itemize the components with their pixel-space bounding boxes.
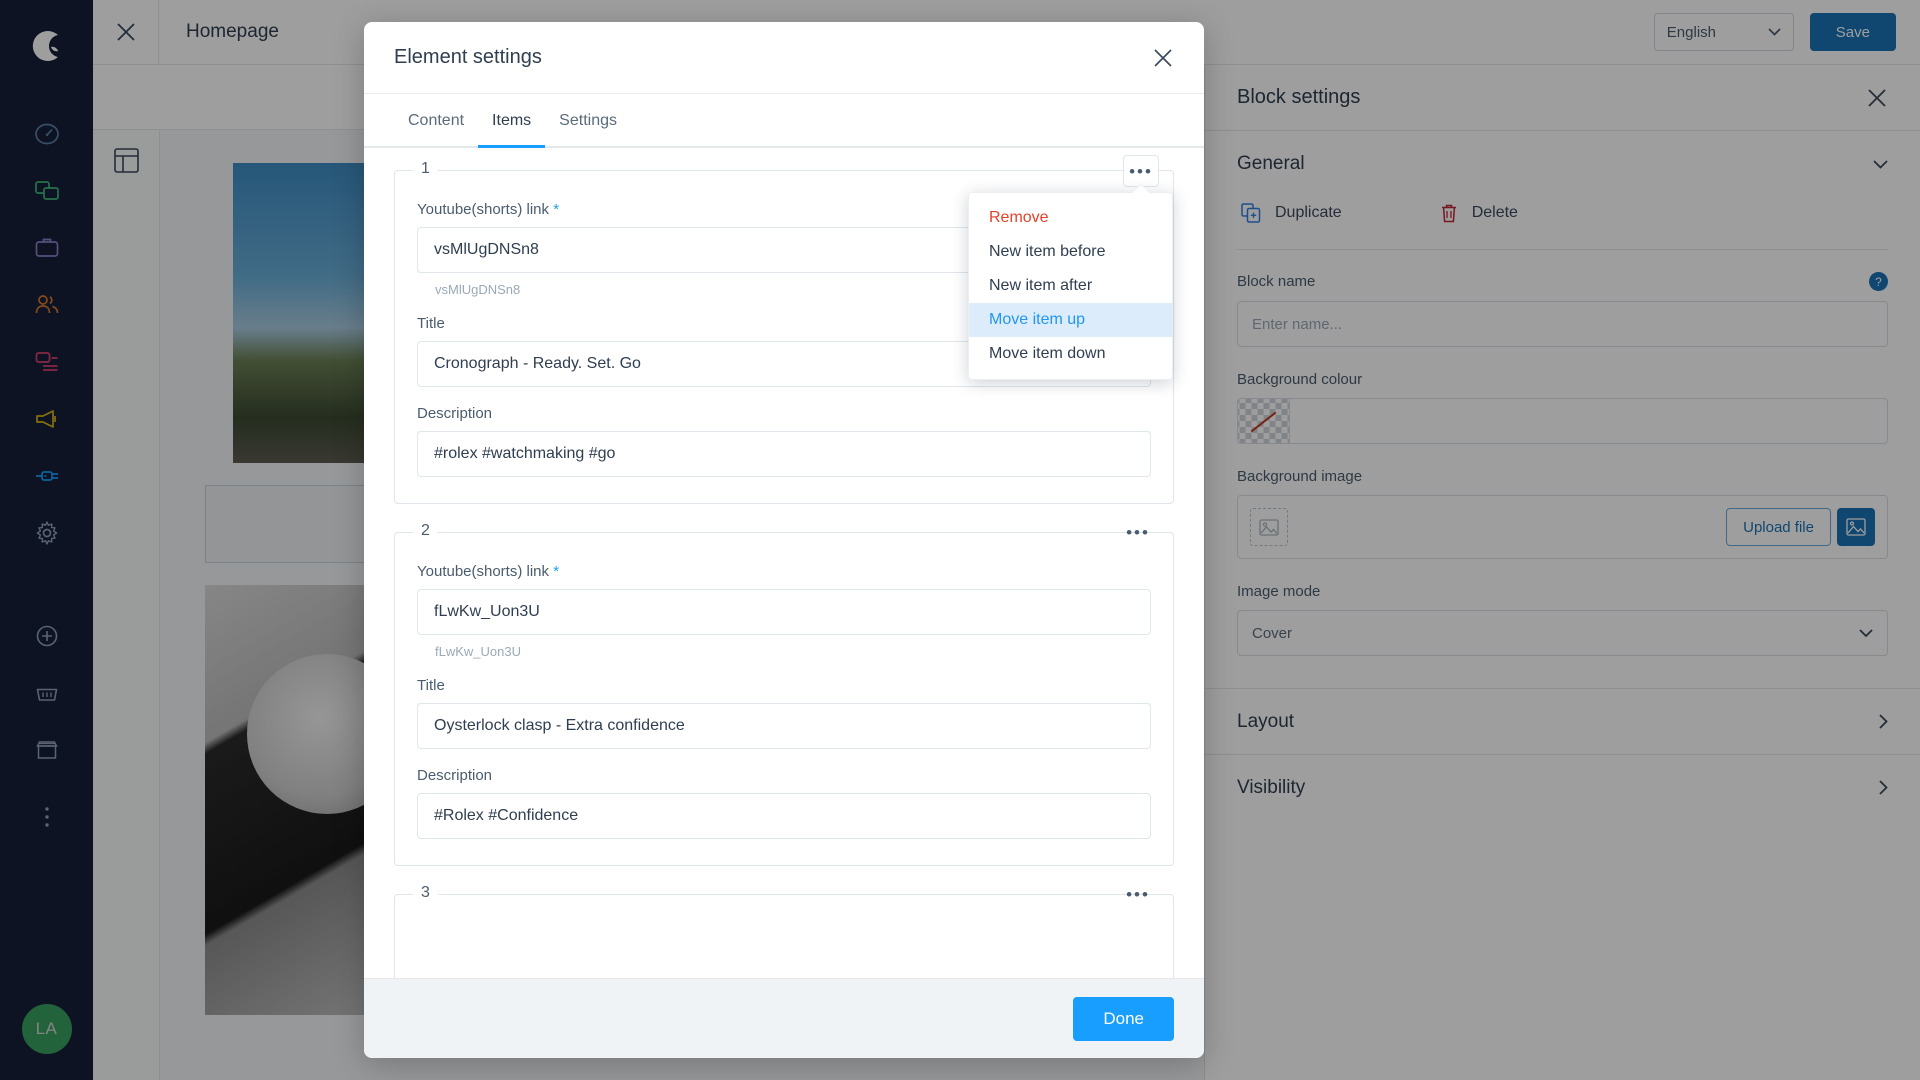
modal-title: Element settings bbox=[394, 46, 542, 68]
item-number: 1 bbox=[413, 160, 438, 178]
description-input[interactable]: #rolex #watchmaking #go bbox=[417, 431, 1151, 477]
tab-items[interactable]: Items bbox=[478, 94, 546, 148]
youtube-link-label-text: Youtube(shorts) link bbox=[417, 201, 550, 218]
item-number: 2 bbox=[413, 522, 438, 540]
context-menu-item-new-before[interactable]: New item before bbox=[969, 235, 1172, 269]
item-card: 2 ••• Youtube(shorts) link * fLwKw_Uon3U… bbox=[394, 522, 1174, 866]
modal-footer: Done bbox=[364, 978, 1204, 1058]
item-card: 3 ••• bbox=[394, 884, 1174, 978]
youtube-link-label: Youtube(shorts) link * bbox=[417, 563, 1151, 580]
context-menu-item-move-down[interactable]: Move item down bbox=[969, 337, 1172, 371]
element-settings-modal: Element settings Content Items Settings … bbox=[364, 22, 1204, 1058]
tab-settings[interactable]: Settings bbox=[545, 94, 631, 146]
context-menu-item-move-up[interactable]: Move item up bbox=[969, 303, 1172, 337]
ellipsis-icon: ••• bbox=[1126, 884, 1150, 904]
context-menu-item-new-after[interactable]: New item after bbox=[969, 269, 1172, 303]
youtube-link-input[interactable]: fLwKw_Uon3U bbox=[417, 589, 1151, 635]
required-marker: * bbox=[553, 201, 560, 218]
required-marker: * bbox=[553, 563, 560, 580]
tab-content[interactable]: Content bbox=[394, 94, 478, 146]
context-menu-item-remove[interactable]: Remove bbox=[969, 201, 1172, 235]
description-label: Description bbox=[417, 405, 493, 422]
description-input[interactable]: #Rolex #Confidence bbox=[417, 793, 1151, 839]
title-label: Title bbox=[417, 677, 445, 694]
done-button[interactable]: Done bbox=[1073, 996, 1174, 1041]
description-label: Description bbox=[417, 767, 493, 784]
title-input[interactable]: Oysterlock clasp - Extra confidence bbox=[417, 703, 1151, 749]
ellipsis-icon: ••• bbox=[1129, 161, 1153, 181]
ellipsis-icon: ••• bbox=[1126, 522, 1150, 542]
close-icon[interactable] bbox=[1152, 47, 1174, 69]
item-menu-button[interactable]: ••• bbox=[1123, 883, 1153, 905]
item-menu-button[interactable]: ••• bbox=[1123, 521, 1153, 543]
modal-tabs: Content Items Settings bbox=[364, 94, 1204, 148]
application-root: Homepage English Save Block settings Gen… bbox=[0, 0, 1920, 1080]
item-number: 3 bbox=[413, 884, 438, 902]
youtube-link-hint: fLwKw_Uon3U bbox=[435, 644, 521, 659]
youtube-link-label-text: Youtube(shorts) link bbox=[417, 563, 550, 580]
modal-header: Element settings bbox=[364, 22, 1204, 94]
item-context-menu: Remove New item before New item after Mo… bbox=[968, 192, 1173, 380]
